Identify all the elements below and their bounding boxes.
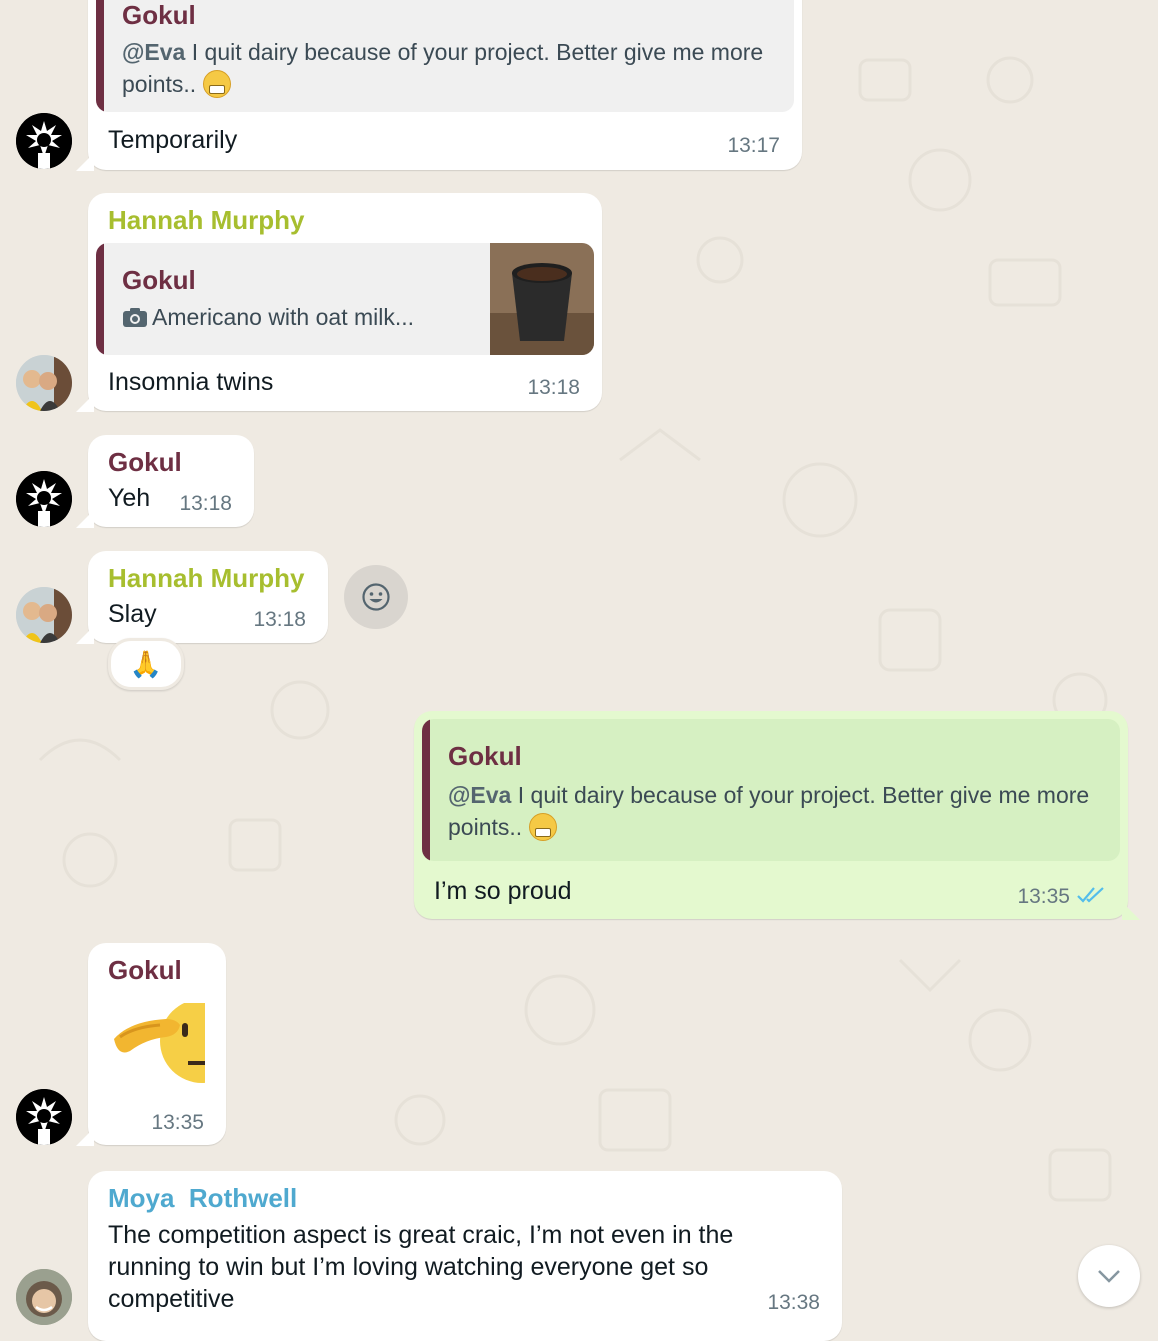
quote-accent-bar [422,719,430,861]
bubble-tail [76,1128,94,1146]
quoted-sender: Gokul [122,265,196,295]
message-text: I’m so proud [434,877,572,905]
message-time: 13:38 [767,1291,820,1314]
mention[interactable]: @Eva [448,782,511,808]
bubble-tail [76,394,94,412]
avatar-gokul[interactable] [16,113,72,169]
coffee-cup-photo [490,243,594,355]
message-bubble[interactable]: Hannah Murphy Slay 13:18 [76,551,328,644]
quoted-text: @Eva I quit dairy because of your projec… [122,39,764,98]
quoted-message[interactable]: Gokul Americano with oat milk... [96,243,594,355]
gokul-avatar-icon [16,471,72,527]
outgoing-message-bubble[interactable]: Gokul @Eva I quit dairy because of your … [414,711,1140,920]
message-time: 13:17 [727,134,780,157]
add-reaction-button[interactable] [344,565,408,629]
quoted-sender: Gokul [448,741,522,771]
smiley-icon [362,583,390,611]
message-text: Insomnia twins [108,368,274,396]
message-text: Slay [108,600,157,628]
message-bubble[interactable]: Gokul @Eva I quit dairy because of your … [76,0,802,171]
avatar-gokul[interactable] [16,471,72,527]
grimacing-face-emoji [528,813,557,841]
avatar-hannah[interactable] [16,355,72,411]
double-check-icon [1077,887,1104,903]
message-bubble[interactable]: Gokul 13:35 [76,943,226,1146]
hannah-avatar-photo [16,587,72,643]
message-bubble[interactable]: Gokul Yeh 13:18 [76,435,254,528]
message-time: 13:18 [253,608,306,631]
avatar-hannah[interactable] [16,587,72,643]
avatar-moya[interactable] [16,1269,72,1325]
camera-icon [123,308,147,327]
reaction-emoji: 🙏 [129,648,163,679]
gokul-avatar-icon [16,1089,72,1145]
message-line: running to win but I’m loving watching e… [108,1253,709,1281]
saluting-face-sticker [114,1003,205,1083]
quoted-message[interactable]: Gokul @Eva I quit dairy because of your … [96,0,794,112]
sender-name[interactable]: Gokul [108,955,182,986]
scroll-to-bottom-button[interactable] [1078,1245,1140,1307]
message-text: Temporarily [108,126,238,154]
bubble-tail [1122,902,1140,920]
message-line: The competition aspect is great craic, I… [108,1221,734,1249]
hannah-avatar-photo [16,355,72,411]
message-line: competitive [108,1285,235,1313]
message-bubble[interactable]: Hannah Murphy Gokul Americano with oat m… [76,193,602,412]
gokul-avatar-icon [16,113,72,169]
quote-accent-bar [96,243,104,355]
bubble-tail [76,626,94,644]
quoted-message[interactable]: Gokul @Eva I quit dairy because of your … [422,719,1120,861]
sender-name[interactable]: Gokul [108,447,182,478]
message-bubble[interactable]: Moya Rothwell The competition aspect is … [88,1171,842,1341]
sender-name[interactable]: Hannah Murphy [108,563,304,594]
quoted-text: Americano with oat milk... [122,301,414,333]
message-time: 13:35 [1017,885,1070,908]
quoted-text: @Eva I quit dairy because of your projec… [448,782,1090,841]
sender-name[interactable]: Hannah Murphy [108,205,304,236]
quoted-sender: Gokul [122,0,196,30]
sender-name[interactable]: Moya Rothwell [108,1183,297,1214]
chevron-down-icon [1098,1270,1120,1283]
grimacing-face-emoji [202,70,231,98]
bubble-tail [76,510,94,528]
avatar-gokul[interactable] [16,1089,72,1145]
message-text: The competition aspect is great craic, I… [108,1219,733,1315]
message-time: 13:18 [179,492,232,515]
mention[interactable]: @Eva [122,39,185,65]
message-reaction[interactable]: 🙏 [108,638,184,690]
message-text: Yeh [108,484,151,512]
bubble-tail [76,153,94,171]
moya-avatar-photo [16,1269,72,1325]
message-time: 13:18 [527,376,580,399]
message-time: 13:35 [151,1111,204,1134]
quote-accent-bar [96,0,104,112]
